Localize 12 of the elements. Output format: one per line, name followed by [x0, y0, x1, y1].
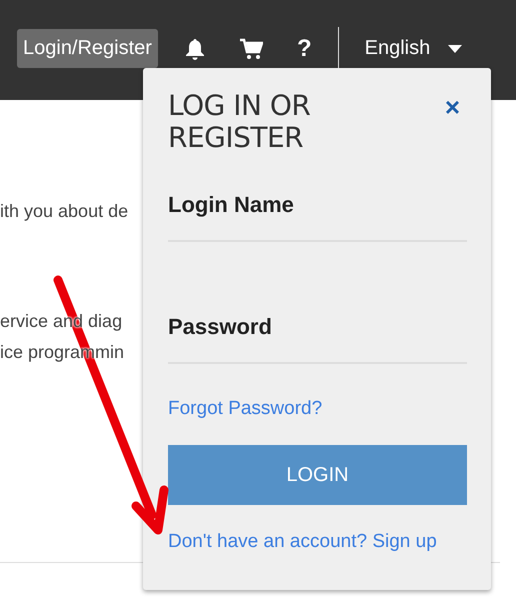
caret-icon	[448, 44, 462, 52]
field-label: Login Name	[168, 192, 295, 218]
help-button[interactable]: ?	[296, 29, 312, 68]
body-text: ith you about de	[0, 200, 128, 223]
sign-up-link[interactable]: Don't have an account? Sign up	[168, 531, 466, 553]
popup-title: LOG IN OR REGISTER	[168, 90, 312, 154]
login-button[interactable]: LOGIN	[168, 445, 467, 505]
language-dropdown[interactable]: English	[364, 29, 462, 68]
forgot-password-link[interactable]: Forgot Password?	[168, 398, 466, 420]
login-register-button[interactable]: Login/Register	[17, 29, 158, 68]
close-button[interactable]: ×	[438, 92, 466, 123]
field-label: Password	[168, 314, 273, 340]
